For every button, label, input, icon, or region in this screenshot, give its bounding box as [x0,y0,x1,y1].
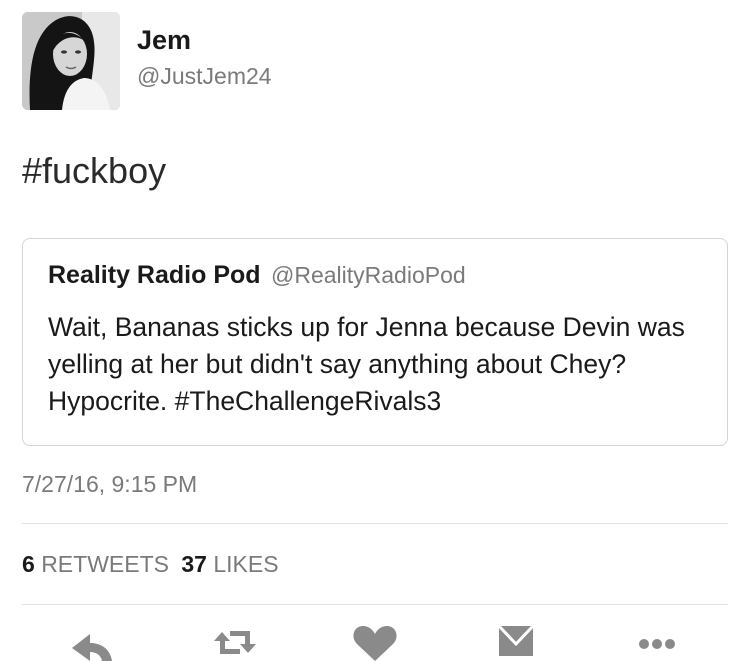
avatar[interactable] [22,12,120,110]
retweets-stat[interactable]: 6 RETWEETS [22,551,175,577]
retweets-count: 6 [22,551,35,577]
like-icon[interactable] [350,622,400,661]
reply-icon[interactable] [68,622,118,661]
action-bar [0,622,750,661]
divider [22,604,728,605]
likes-label: LIKES [213,551,279,577]
quoted-tweet-header: Reality Radio Pod @RealityRadioPod [48,261,466,290]
more-icon[interactable] [632,622,682,661]
message-icon[interactable] [491,622,541,661]
avatar-photo [22,12,120,110]
quoted-author-name: Reality Radio Pod [48,261,261,289]
quoted-author-handle: @RealityRadioPod [271,262,466,288]
quoted-tweet-text: Wait, Bananas sticks up for Jenna becaus… [48,312,685,416]
quoted-tweet-card[interactable]: Reality Radio Pod @RealityRadioPod Wait,… [22,238,728,446]
divider [22,523,728,524]
tweet-timestamp: 7/27/16, 9:15 PM [22,471,198,497]
tweet-text: #fuckboy [22,150,167,191]
likes-count: 37 [181,551,207,577]
engagement-stats: 6 RETWEETS 37 LIKES [22,551,279,578]
retweet-icon[interactable] [210,622,260,661]
retweets-label: RETWEETS [41,551,169,577]
likes-stat[interactable]: 37 LIKES [181,551,278,577]
author-handle[interactable]: @JustJem24 [137,63,272,90]
author-name[interactable]: Jem [137,25,191,56]
